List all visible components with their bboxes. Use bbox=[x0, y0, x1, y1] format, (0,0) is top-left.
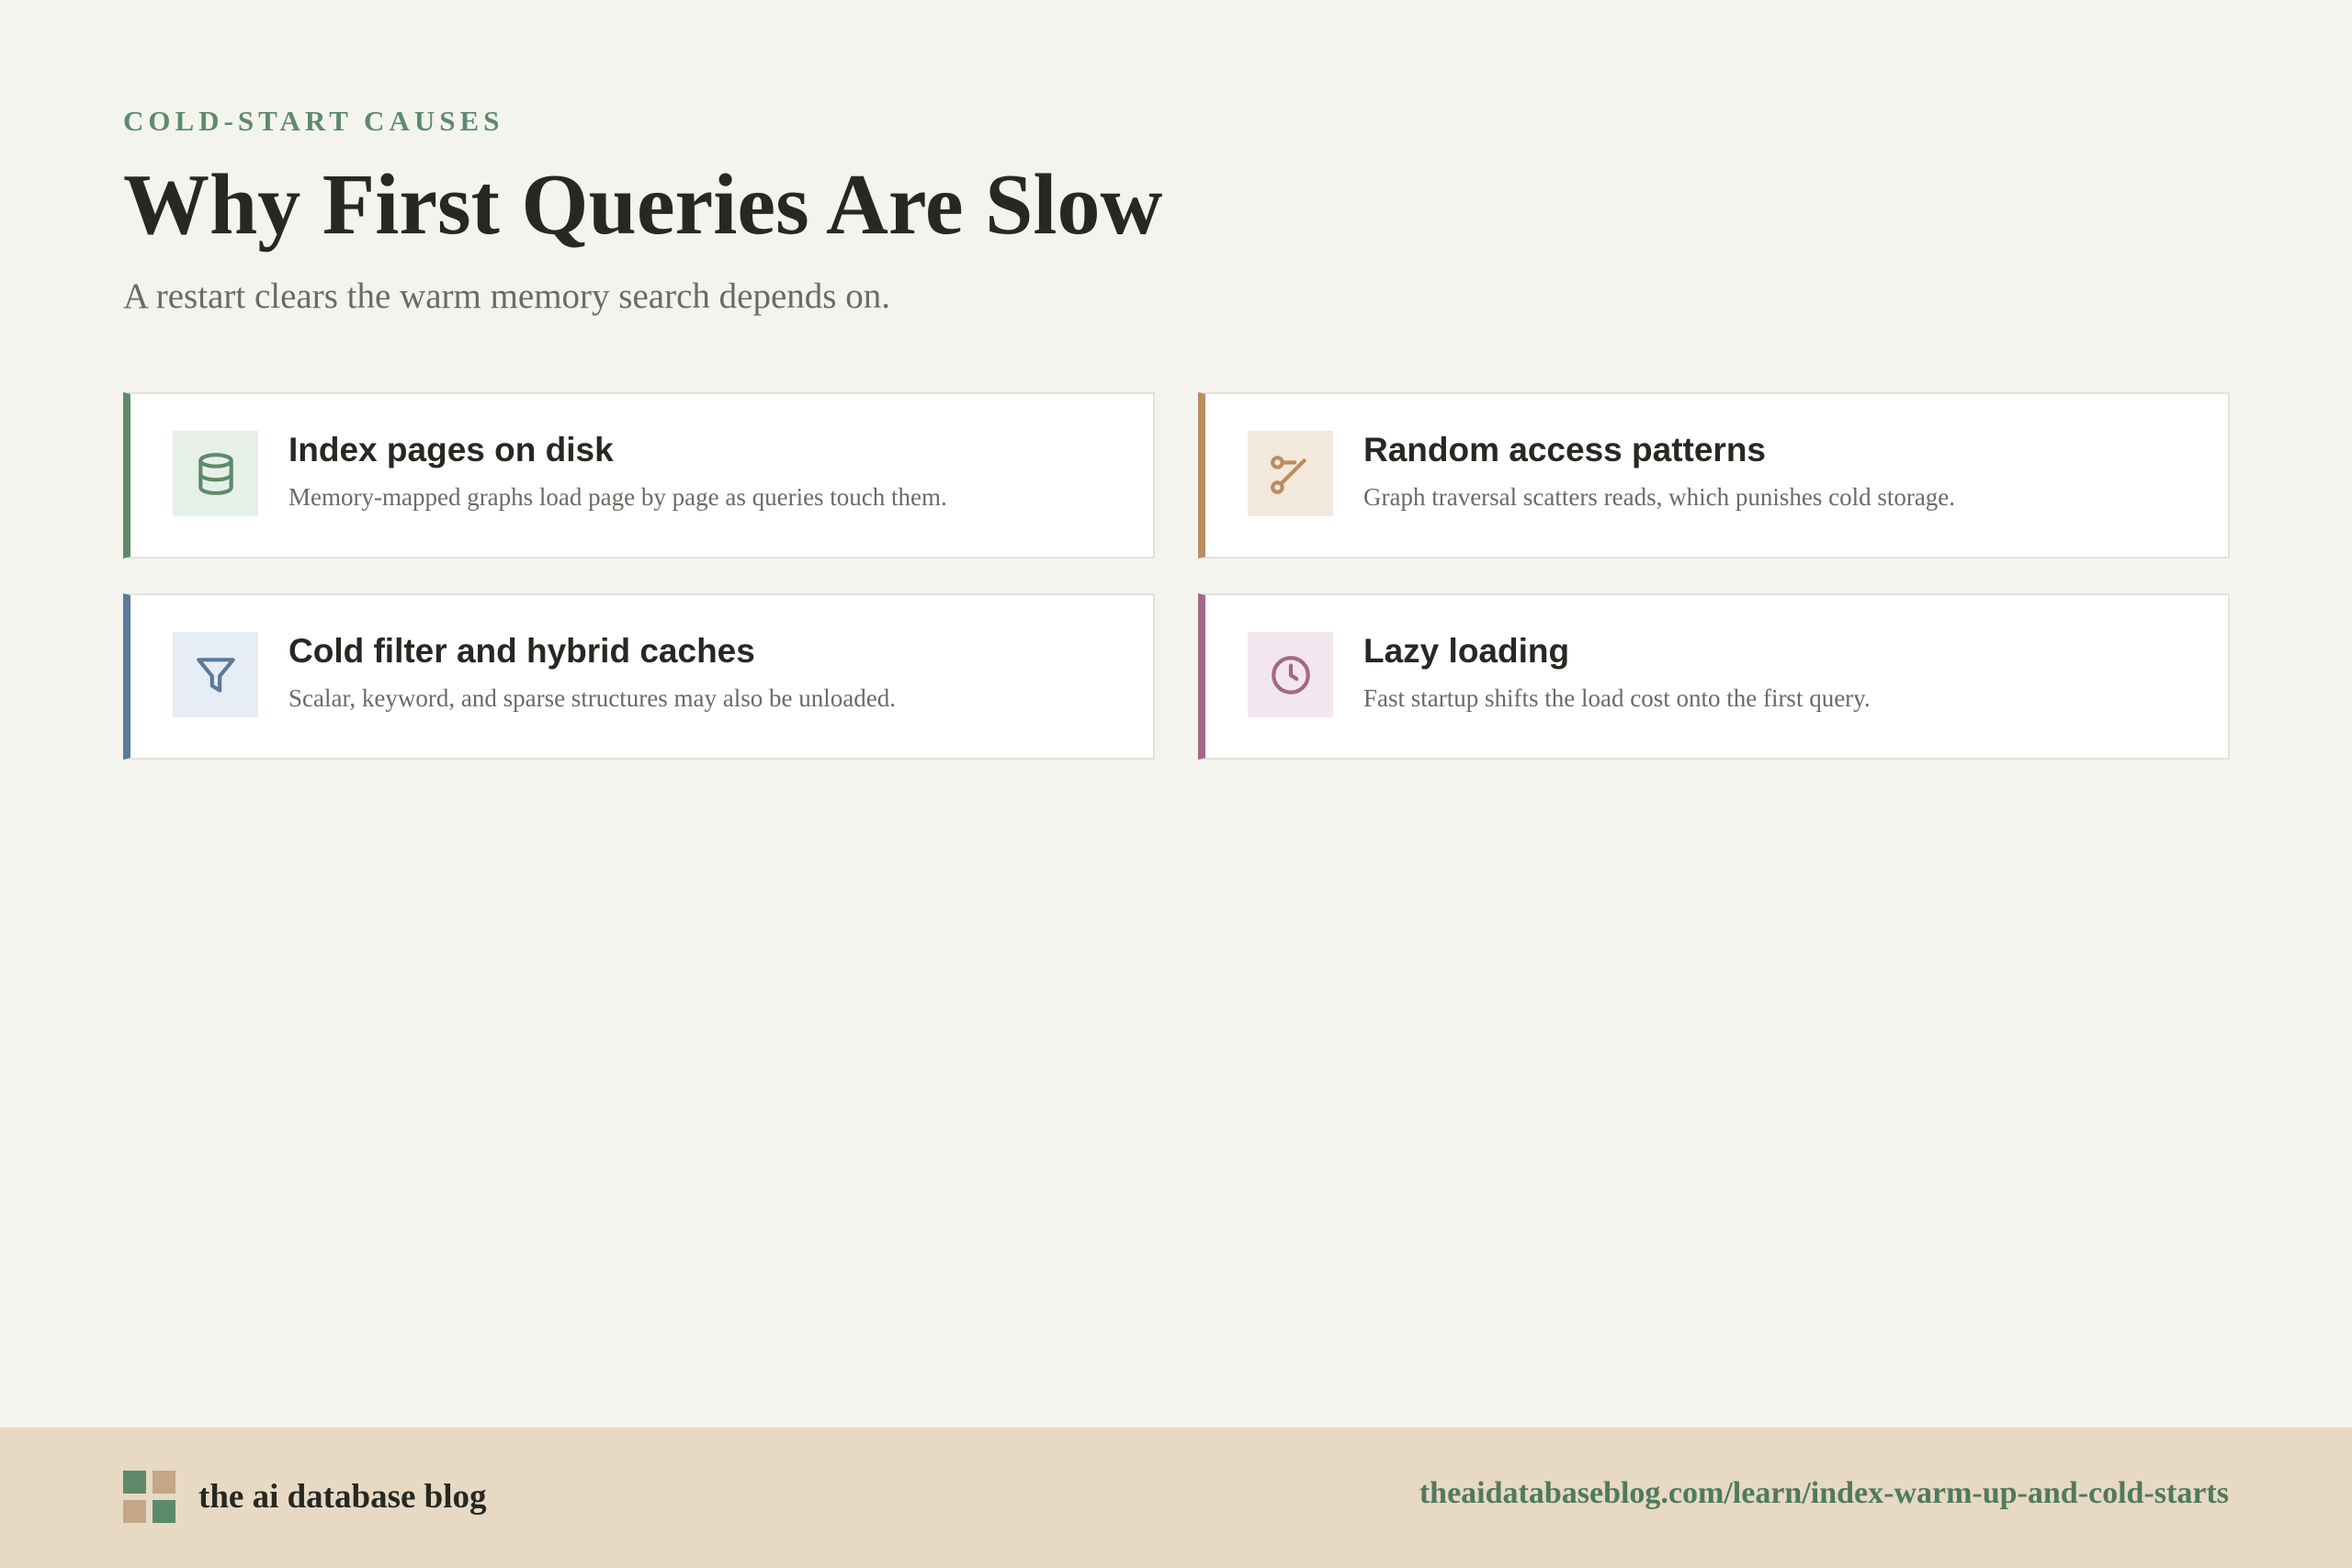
filter-icon bbox=[173, 632, 258, 717]
card-text: Index pages on disk Memory-mapped graphs… bbox=[288, 429, 947, 513]
card-title: Index pages on disk bbox=[288, 431, 614, 468]
clock-icon bbox=[1248, 632, 1333, 717]
brand-logo-icon bbox=[123, 1471, 175, 1523]
route-icon bbox=[1248, 431, 1333, 516]
page-title: Why First Queries Are Slow bbox=[123, 157, 1163, 253]
card-text: Cold filter and hybrid caches Scalar, ke… bbox=[288, 630, 896, 715]
card-text: Lazy loading Fast startup shifts the loa… bbox=[1363, 630, 1871, 715]
card-description: Graph traversal scatters reads, which pu… bbox=[1363, 483, 1956, 511]
cause-card-index-pages: Index pages on disk Memory-mapped graphs… bbox=[123, 392, 1155, 558]
brand[interactable]: the ai database blog bbox=[123, 1471, 487, 1523]
cause-cards-grid: Index pages on disk Memory-mapped graphs… bbox=[123, 392, 2230, 760]
cause-card-lazy-loading: Lazy loading Fast startup shifts the loa… bbox=[1198, 593, 2230, 760]
cause-card-random-access: Random access patterns Graph traversal s… bbox=[1198, 392, 2230, 558]
footer: the ai database blog theaidatabaseblog.c… bbox=[0, 1427, 2352, 1568]
card-title: Random access patterns bbox=[1363, 431, 1767, 468]
card-description: Scalar, keyword, and sparse structures m… bbox=[288, 684, 896, 712]
card-description: Fast startup shifts the load cost onto t… bbox=[1363, 684, 1871, 712]
section-eyebrow: COLD-START CAUSES bbox=[123, 105, 504, 137]
database-icon bbox=[173, 431, 258, 516]
footer-url-link[interactable]: theaidatabaseblog.com/learn/index-warm-u… bbox=[1419, 1476, 2229, 1511]
card-title: Cold filter and hybrid caches bbox=[288, 632, 755, 670]
card-title: Lazy loading bbox=[1363, 632, 1570, 670]
cause-card-cold-filter: Cold filter and hybrid caches Scalar, ke… bbox=[123, 593, 1155, 760]
card-description: Memory-mapped graphs load page by page a… bbox=[288, 483, 947, 511]
card-text: Random access patterns Graph traversal s… bbox=[1363, 429, 1955, 513]
page-subtitle: A restart clears the warm memory search … bbox=[123, 276, 890, 316]
brand-name: the ai database blog bbox=[198, 1478, 487, 1516]
